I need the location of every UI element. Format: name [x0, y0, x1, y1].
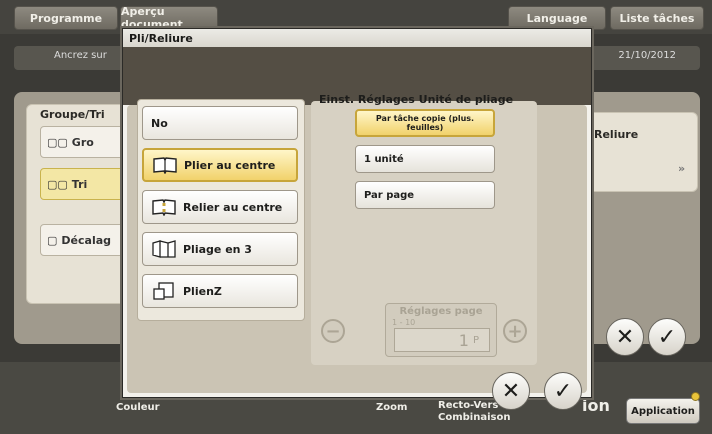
option-staple-center-label: Relier au centre	[183, 200, 283, 214]
pages-plus-button[interactable]: +	[503, 319, 527, 343]
status-led-icon	[691, 392, 700, 401]
sort-icon: ▢▢	[47, 177, 68, 191]
group-label: Gro	[71, 135, 94, 149]
plus-icon: +	[507, 320, 523, 342]
binding-arrow-icon[interactable]: »	[678, 162, 685, 175]
option-z-fold[interactable]: PlienZ	[142, 274, 298, 308]
copy-screen: Programme Aperçu document Language Liste…	[0, 0, 712, 434]
tab-language[interactable]: Language	[508, 6, 606, 30]
fold-options-panel: No Plier au centre Relier au centre Plia…	[137, 99, 305, 321]
tab-job-list[interactable]: Liste tâches	[610, 6, 704, 30]
offset-label: Décalag	[61, 233, 112, 247]
binding-panel	[580, 112, 698, 192]
fold-center-icon	[152, 155, 178, 175]
binding-label: Reliure	[594, 128, 639, 141]
application-label: Application	[631, 405, 695, 417]
date-text: 21/10/2012	[618, 50, 676, 61]
fold-unit-title: Einst. Réglages Unité de pliage	[319, 93, 514, 106]
option-staple-center[interactable]: Relier au centre	[142, 190, 298, 224]
tab-programme[interactable]: Programme	[14, 6, 118, 30]
message-text: Ancrez sur	[54, 50, 107, 61]
option-no-label: No	[151, 116, 168, 130]
unit-per-job-label: Par tâche copie (plus. feuilles)	[375, 114, 475, 132]
unit-per-page-label: Par page	[364, 189, 415, 201]
tab-preview[interactable]: Aperçu document	[120, 5, 218, 31]
option-no[interactable]: No	[142, 106, 298, 140]
close-icon: ✕	[615, 324, 635, 350]
dialog-cancel-button[interactable]: ✕	[492, 372, 530, 410]
pages-title: Réglages page	[399, 306, 483, 317]
close-icon: ✕	[501, 378, 521, 404]
dialog-ok-button[interactable]: ✓	[544, 372, 582, 410]
tab-language-label: Language	[526, 11, 588, 25]
bg-cancel-button[interactable]: ✕	[606, 318, 644, 356]
pages-unit: P	[472, 334, 479, 346]
pages-minus-button[interactable]: −	[321, 319, 345, 343]
tab-job-list-label: Liste tâches	[619, 11, 695, 25]
option-fold-center-label: Plier au centre	[184, 158, 276, 172]
pages-range: 1 - 10	[392, 318, 416, 327]
group-sort-title: Groupe/Tri	[40, 108, 105, 121]
pages-input[interactable]: 1 P	[394, 328, 490, 352]
tri-fold-icon	[151, 239, 177, 259]
unit-one-label: 1 unité	[364, 153, 404, 165]
fold-binding-dialog: Pli/Reliure No Plier au centre Relier au…	[122, 28, 592, 398]
unit-per-page[interactable]: Par page	[355, 181, 495, 209]
duplex-label-line2: Combinaison	[438, 412, 511, 423]
option-tri-fold-label: Pliage en 3	[183, 242, 252, 256]
check-icon: ✓	[553, 378, 573, 404]
minus-icon: −	[325, 320, 341, 342]
unit-per-job[interactable]: Par tâche copie (plus. feuilles)	[355, 109, 495, 137]
z-fold-icon	[151, 281, 177, 301]
staple-center-icon	[151, 197, 177, 217]
color-label: Couleur	[116, 402, 160, 413]
application-button[interactable]: Application	[626, 398, 700, 424]
offset-icon: ▢	[47, 233, 58, 247]
bottom-partial-text: ion	[582, 396, 610, 415]
option-tri-fold[interactable]: Pliage en 3	[142, 232, 298, 266]
zoom-label: Zoom	[376, 402, 408, 413]
pages-settings: Réglages page 1 - 10 1 P	[385, 303, 497, 357]
dialog-title: Pli/Reliure	[123, 29, 591, 47]
tab-programme-label: Programme	[29, 11, 103, 25]
check-icon: ✓	[657, 324, 677, 350]
pages-value: 1	[458, 330, 469, 350]
option-fold-center[interactable]: Plier au centre	[142, 148, 298, 182]
bg-ok-button[interactable]: ✓	[648, 318, 686, 356]
group-icon: ▢▢	[47, 135, 68, 149]
unit-one[interactable]: 1 unité	[355, 145, 495, 173]
option-z-fold-label: PlienZ	[183, 284, 222, 298]
sort-label: Tri	[71, 177, 88, 191]
